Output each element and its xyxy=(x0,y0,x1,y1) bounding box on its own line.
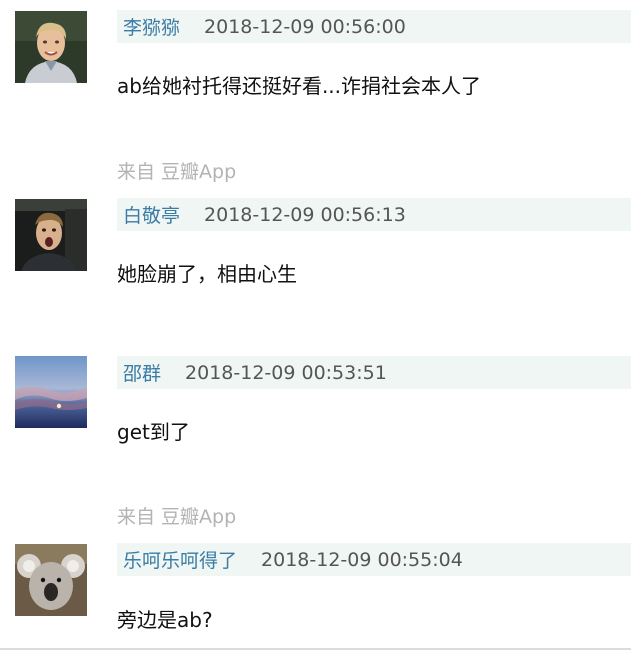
sunset-sky-avatar-icon[interactable] xyxy=(15,356,87,428)
comment-text: get到了 xyxy=(117,420,190,444)
comment-meta: 李猕猕 2018-12-09 00:56:00 xyxy=(117,10,631,43)
koala-avatar-icon[interactable] xyxy=(15,544,87,616)
shouting-man-avatar-icon[interactable] xyxy=(15,199,87,271)
comment-text: 旁边是ab? xyxy=(117,608,213,632)
comment-text: 她脸崩了，相由心生 xyxy=(117,262,297,286)
comment-author-link[interactable]: 邵群 xyxy=(123,359,161,386)
comment-source: 来自 豆瓣App xyxy=(117,161,237,183)
comment-author-link[interactable]: 乐呵乐呵得了 xyxy=(123,546,237,573)
comment-timestamp: 2018-12-09 00:56:00 xyxy=(204,15,406,38)
comment-text: ab给她衬托得还挺好看...诈捐社会本人了 xyxy=(117,74,482,98)
comment-source: 来自 豆瓣App xyxy=(117,506,237,528)
comment-author-link[interactable]: 李猕猕 xyxy=(123,13,180,40)
comment-timestamp: 2018-12-09 00:56:13 xyxy=(204,203,406,226)
comment-timestamp: 2018-12-09 00:53:51 xyxy=(185,361,387,384)
comment-meta: 白敬亭 2018-12-09 00:56:13 xyxy=(117,198,631,231)
divider xyxy=(0,648,631,650)
comment-meta: 邵群 2018-12-09 00:53:51 xyxy=(117,356,631,389)
comment-author-link[interactable]: 白敬亭 xyxy=(123,201,180,228)
young-man-avatar-icon[interactable] xyxy=(15,11,87,83)
comment-timestamp: 2018-12-09 00:55:04 xyxy=(261,548,463,571)
comment-meta: 乐呵乐呵得了 2018-12-09 00:55:04 xyxy=(117,543,631,576)
